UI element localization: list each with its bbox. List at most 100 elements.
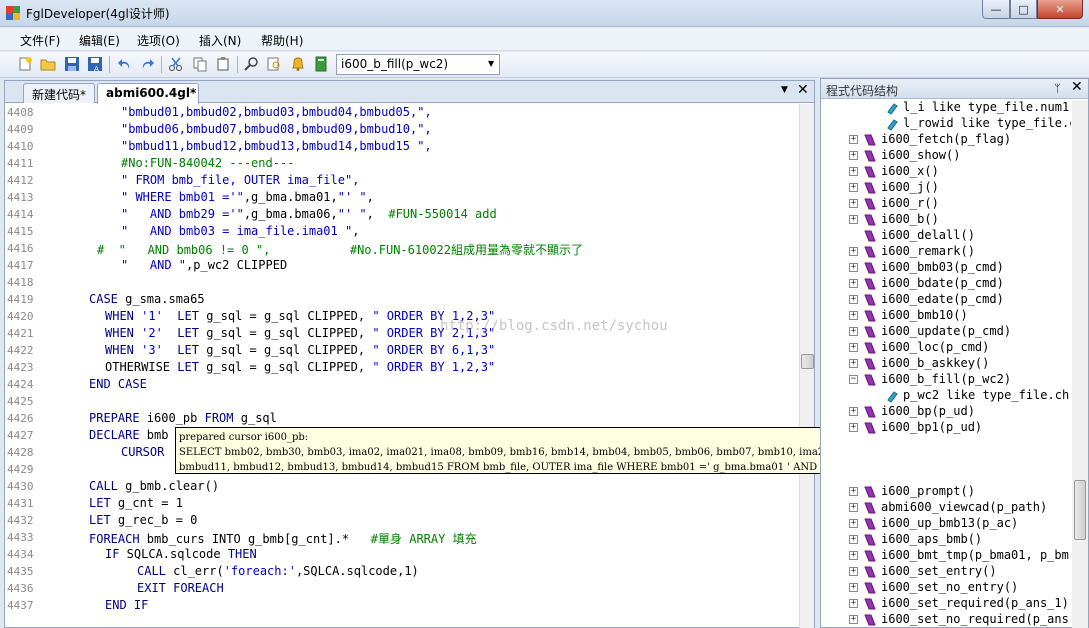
tree-expander[interactable]: +	[849, 615, 858, 624]
tree-expander[interactable]: +	[849, 487, 858, 496]
code-line[interactable]: 4411 #No:FUN-840042 ---end---	[5, 156, 799, 173]
code-line[interactable]: 4425	[5, 394, 799, 411]
tab-abmi600[interactable]: abmi600.4gl*	[97, 83, 199, 104]
tree-expander[interactable]: +	[849, 327, 858, 336]
close-panel-icon[interactable]: ✕	[1071, 79, 1083, 95]
cut-icon[interactable]	[168, 56, 184, 72]
code-token: g_sql	[233, 411, 277, 425]
code-text: WHEN '3' LET g_sql = g_sql CLIPPED, " OR…	[105, 343, 495, 357]
tree-scrollbar[interactable]	[1072, 100, 1088, 628]
code-line[interactable]: 4436 EXIT FOREACH	[5, 581, 799, 598]
menu-file[interactable]: 文件(F)	[20, 32, 60, 49]
menu-help[interactable]: 帮助(H)	[261, 32, 303, 49]
code-line[interactable]: 4423 OTHERWISE LET g_sql = g_sql CLIPPED,…	[5, 360, 799, 377]
tree-scrollbar-thumb[interactable]	[1074, 480, 1086, 540]
function-select[interactable]: i600_b_fill(p_wc2)	[336, 54, 500, 75]
code-line[interactable]: 4422 WHEN '3' LET g_sql = g_sql CLIPPED, …	[5, 343, 799, 360]
code-line[interactable]: 4433 FOREACH bmb_curs INTO g_bmb[g_cnt].*…	[5, 530, 799, 547]
editor-scrollbar-thumb[interactable]	[801, 354, 814, 369]
tree-expander[interactable]: +	[849, 247, 858, 256]
pin-icon[interactable]: ᛘ	[1054, 82, 1061, 95]
code-editor[interactable]: 4408 "bmbud01,bmbud02,bmbud03,bmbud04,bmb…	[5, 104, 799, 628]
tree-expander[interactable]: +	[849, 519, 858, 528]
code-line[interactable]: 4419 CASE g_sma.sma65	[5, 292, 799, 309]
code-line[interactable]: 4409 "bmbud06,bmbud07,bmbud08,bmbud09,bmb…	[5, 122, 799, 139]
code-line[interactable]: 4437 END IF	[5, 598, 799, 615]
tree-expander[interactable]: +	[849, 135, 858, 144]
code-line[interactable]: 4426 PREPARE i600_pb FROM g_sql	[5, 411, 799, 428]
tree-expander[interactable]: +	[849, 407, 858, 416]
code-line[interactable]: 4432 LET g_rec_b = 0	[5, 513, 799, 530]
tree-expander[interactable]: +	[849, 295, 858, 304]
tree-expander[interactable]: +	[849, 167, 858, 176]
code-line[interactable]: 4410 "bmbud11,bmbud12,bmbud13,bmbud14,bmb…	[5, 139, 799, 156]
close-tab-icon[interactable]: ✕	[797, 82, 809, 98]
code-line[interactable]: 4412 " FROM bmb_file, OUTER ima_file",	[5, 173, 799, 190]
tree-expander[interactable]: +	[849, 343, 858, 352]
code-line[interactable]: 4435 CALL cl_err('foreach:',SQLCA.sqlcode…	[5, 564, 799, 581]
chevron-down-icon[interactable]: ▼	[488, 59, 494, 68]
undo-icon[interactable]	[117, 56, 133, 72]
tree-item-label: i600_prompt()	[881, 484, 975, 498]
tree-expander[interactable]: +	[849, 215, 858, 224]
function-icon	[864, 182, 876, 194]
tree-expander[interactable]: +	[849, 551, 858, 560]
tree-expander[interactable]: +	[849, 567, 858, 576]
tree-expander[interactable]: +	[849, 183, 858, 192]
line-number: 4421	[7, 327, 34, 340]
open-folder-icon[interactable]	[40, 56, 56, 72]
save-all-icon[interactable]: A	[87, 56, 103, 72]
code-token: LET	[177, 309, 199, 323]
find-replace-icon[interactable]	[266, 56, 282, 72]
tree-expander[interactable]: +	[849, 359, 858, 368]
tab-new-code[interactable]: 新建代码*	[23, 83, 95, 103]
tree-expander[interactable]: +	[849, 535, 858, 544]
paste-icon[interactable]	[215, 56, 231, 72]
save-icon[interactable]	[64, 56, 80, 72]
code-line[interactable]: 4421 WHEN '2' LET g_sql = g_sql CLIPPED, …	[5, 326, 799, 343]
code-line[interactable]: 4415 " AND bmb03 = ima_file.ima01 ",	[5, 224, 799, 241]
code-line[interactable]: 4418	[5, 275, 799, 292]
new-file-icon[interactable]	[17, 56, 33, 72]
find-icon[interactable]	[244, 56, 260, 72]
tree-expander[interactable]: +	[849, 199, 858, 208]
code-token: THEN	[227, 547, 257, 561]
redo-icon[interactable]	[139, 56, 155, 72]
code-line[interactable]: 4430 CALL g_bmb.clear()	[5, 479, 799, 496]
code-line[interactable]: 4434 IF SQLCA.sqlcode THEN	[5, 547, 799, 564]
tree-expander[interactable]: +	[849, 279, 858, 288]
function-icon	[864, 518, 876, 530]
code-line[interactable]: 4414 " AND bmb29 ='",g_bma.bma06,"' ", #F…	[5, 207, 799, 224]
tree-expander[interactable]: +	[849, 583, 858, 592]
copy-icon[interactable]	[192, 56, 208, 72]
code-line[interactable]: 4417 " AND ",p_wc2 CLIPPED	[5, 258, 799, 275]
tree-expander[interactable]: −	[849, 375, 858, 384]
bell-icon[interactable]	[290, 56, 306, 72]
code-token: END IF	[105, 598, 149, 612]
tree-expander[interactable]: +	[849, 311, 858, 320]
tree-expander[interactable]: +	[849, 423, 858, 432]
editor-scrollbar[interactable]	[799, 104, 814, 628]
menu-options[interactable]: 选项(O)	[137, 32, 180, 49]
close-window-button[interactable]: ✕	[1037, 0, 1083, 19]
window-title: FglDeveloper(4gl设计师)	[26, 7, 170, 21]
code-line[interactable]: 4431 LET g_cnt = 1	[5, 496, 799, 513]
code-line[interactable]: 4416 # " AND bmb06 != 0 ", #No.FUN-610022…	[5, 241, 799, 258]
code-line[interactable]: 4420 WHEN '1' LET g_sql = g_sql CLIPPED, …	[5, 309, 799, 326]
menu-edit[interactable]: 编辑(E)	[79, 32, 120, 49]
book-icon[interactable]	[313, 56, 329, 72]
code-token: #單身 ARRAY 填充	[370, 532, 477, 546]
maximize-button[interactable]: □	[1010, 0, 1037, 19]
tab-list-chevron-icon[interactable]: ▼	[781, 85, 788, 95]
code-line[interactable]: 4413 " WHERE bmb01 ='",g_bma.bma01,"' ",	[5, 190, 799, 207]
code-line[interactable]: 4408 "bmbud01,bmbud02,bmbud03,bmbud04,bmb…	[5, 105, 799, 122]
tree-expander[interactable]: +	[849, 263, 858, 272]
menu-insert[interactable]: 插入(N)	[199, 32, 241, 49]
minimize-button[interactable]: —	[982, 0, 1010, 19]
tree-expander[interactable]: +	[849, 599, 858, 608]
tree-expander[interactable]: +	[849, 503, 858, 512]
code-token: '3'	[141, 343, 163, 357]
tree-expander[interactable]: +	[849, 151, 858, 160]
code-token: CURSOR	[121, 445, 165, 459]
code-line[interactable]: 4424 END CASE	[5, 377, 799, 394]
